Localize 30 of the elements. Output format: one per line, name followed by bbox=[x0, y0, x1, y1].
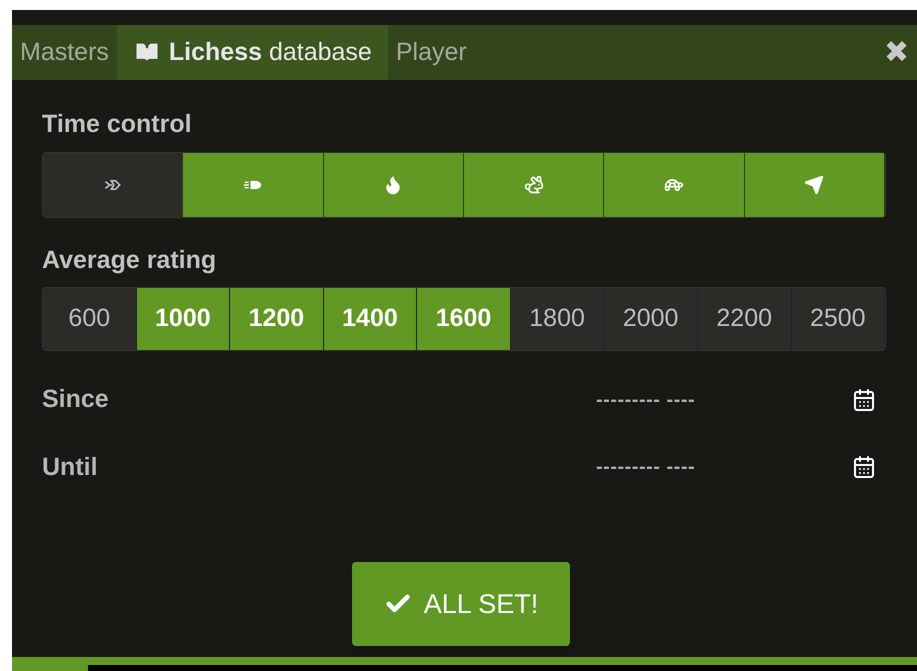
field-label: Since bbox=[42, 384, 110, 415]
rating-toggle[interactable]: 1600 bbox=[417, 288, 511, 350]
time-control-toggle[interactable] bbox=[43, 152, 184, 216]
rating-toggle[interactable]: 1400 bbox=[324, 288, 418, 350]
time-control-toggle[interactable] bbox=[324, 152, 464, 216]
calendar-icon bbox=[852, 388, 876, 412]
rabbit-icon bbox=[524, 174, 544, 194]
time-control-toggle[interactable] bbox=[604, 152, 745, 216]
date-field[interactable]: --------- ---- bbox=[596, 384, 886, 415]
time-control-toggle[interactable] bbox=[744, 152, 885, 216]
date-field[interactable]: --------- ---- bbox=[596, 452, 886, 482]
time-control-toggle[interactable] bbox=[183, 152, 324, 216]
section-title: Average rating bbox=[42, 244, 218, 276]
tab[interactable]: Masters bbox=[12, 25, 117, 80]
rating-toggle[interactable]: 2000 bbox=[604, 288, 698, 350]
field-label: Until bbox=[42, 452, 99, 482]
time-control-toggle[interactable] bbox=[464, 152, 604, 216]
rating-toggle[interactable]: 1200 bbox=[230, 288, 324, 350]
rating-toggle[interactable]: 2200 bbox=[698, 288, 792, 350]
rating-toggle[interactable]: 2500 bbox=[792, 288, 885, 350]
rating-toggle[interactable]: 1800 bbox=[510, 288, 604, 350]
rating-toggle[interactable]: 1000 bbox=[136, 288, 230, 350]
section-title: Time control bbox=[42, 109, 193, 140]
tab[interactable]: Lichess database bbox=[116, 25, 388, 80]
close-button[interactable]: ✖ bbox=[876, 25, 917, 80]
calendar-icon bbox=[852, 455, 876, 480]
all-set-button[interactable]: ALL SET! bbox=[352, 562, 570, 646]
tab[interactable]: Player bbox=[388, 25, 475, 80]
rating-toggle[interactable]: 600 bbox=[43, 288, 137, 350]
paper-plane-icon bbox=[804, 174, 824, 194]
